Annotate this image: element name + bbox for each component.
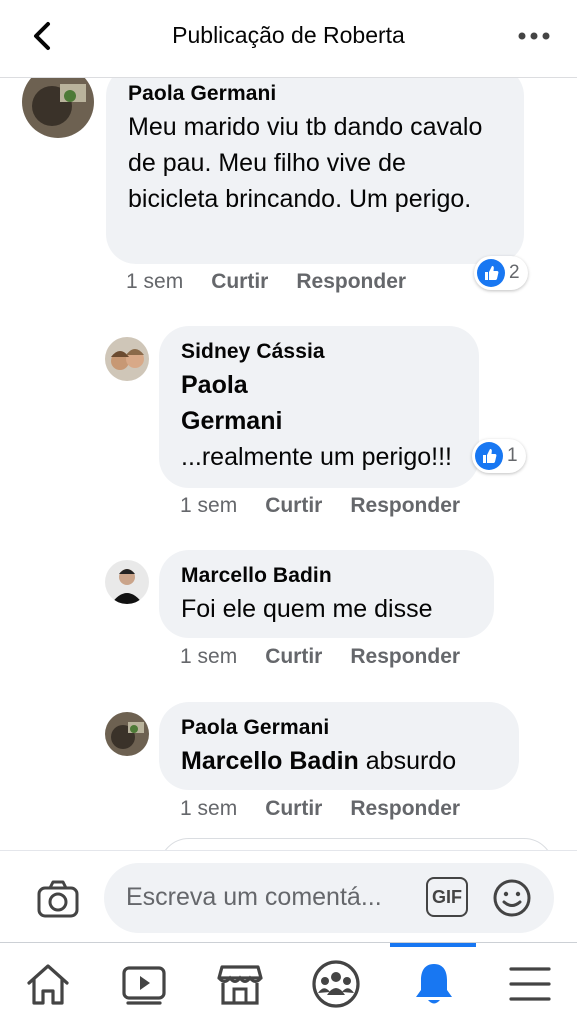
- comment-time: 1 sem: [180, 797, 238, 820]
- reaction-count[interactable]: 2: [474, 256, 528, 290]
- comment-actions: 1 sem Curtir Responder: [180, 494, 460, 518]
- nav-notifications[interactable]: [386, 943, 482, 1024]
- nav-watch[interactable]: [96, 943, 192, 1024]
- comment-time: 1 sem: [126, 270, 184, 293]
- groups-icon: [312, 960, 360, 1008]
- comment-input[interactable]: Escreva um comentá...: [104, 863, 554, 933]
- nav-menu[interactable]: [482, 943, 577, 1024]
- home-icon: [27, 964, 69, 1005]
- reply-button[interactable]: Responder: [350, 797, 460, 821]
- comment-text: Foi ele quem me disse: [181, 595, 433, 623]
- avatar[interactable]: [105, 337, 149, 381]
- comment-time: 1 sem: [180, 645, 238, 668]
- like-button[interactable]: Curtir: [211, 270, 268, 294]
- bottom-nav: [0, 942, 577, 1024]
- comment-composer: Escreva um comentá...: [0, 850, 577, 942]
- avatar[interactable]: [105, 560, 149, 604]
- like-icon: [475, 442, 503, 470]
- reaction-number: 1: [507, 445, 518, 466]
- emoji-icon[interactable]: [492, 878, 532, 918]
- mention-link[interactable]: Marcello Badin: [181, 747, 359, 775]
- comment-actions: 1 sem Curtir Responder: [126, 270, 406, 294]
- avatar[interactable]: [105, 712, 149, 756]
- comment-time: 1 sem: [180, 494, 238, 517]
- mention-link[interactable]: Paola Germani: [181, 367, 291, 439]
- comment-author[interactable]: Marcello Badin: [181, 564, 472, 588]
- reaction-count[interactable]: 1: [472, 439, 526, 473]
- nav-marketplace[interactable]: [192, 943, 288, 1024]
- comment-author[interactable]: Paola Germani: [181, 716, 497, 740]
- reply-button[interactable]: Responder: [350, 645, 460, 669]
- nav-home[interactable]: [0, 943, 96, 1024]
- menu-icon: [509, 967, 551, 1001]
- comment-bubble: Paola Germani Meu marido viu tb dando ca…: [106, 66, 524, 264]
- gif-button[interactable]: GIF: [426, 877, 468, 917]
- like-icon: [477, 259, 505, 287]
- like-button[interactable]: Curtir: [265, 494, 322, 518]
- comment-bubble: Paola Germani Marcello Badin absurdo: [159, 702, 519, 790]
- watch-icon: [122, 966, 166, 1005]
- comment-author[interactable]: Paola Germani: [128, 82, 502, 106]
- top-bar: Publicação de Roberta: [0, 0, 577, 78]
- comment-bubble: Sidney Cássia Paola Germani ...realmente…: [159, 326, 479, 488]
- comment-bubble: Marcello Badin Foi ele quem me disse: [159, 550, 494, 638]
- camera-icon[interactable]: [36, 879, 80, 919]
- comment-text: Meu marido viu tb dando cavalo de pau. M…: [128, 113, 483, 213]
- comment-author[interactable]: Sidney Cássia: [181, 340, 457, 364]
- comment-text: Paola Germani ...realmente um perigo!!!: [181, 367, 457, 475]
- reaction-number: 2: [509, 262, 520, 283]
- notifications-icon: [416, 964, 452, 1004]
- page-title: Publicação de Roberta: [172, 22, 405, 48]
- marketplace-icon: [217, 965, 263, 1005]
- more-options-icon[interactable]: [517, 24, 551, 48]
- like-button[interactable]: Curtir: [265, 797, 322, 821]
- nav-groups[interactable]: [288, 943, 384, 1024]
- comment-actions: 1 sem Curtir Responder: [180, 797, 460, 821]
- reply-button[interactable]: Responder: [296, 270, 406, 294]
- reply-button[interactable]: Responder: [350, 494, 460, 518]
- like-button[interactable]: Curtir: [265, 645, 322, 669]
- comment-thread: Paola Germani Meu marido viu tb dando ca…: [0, 0, 577, 850]
- comment-actions: 1 sem Curtir Responder: [180, 645, 460, 669]
- comment-text: Marcello Badin absurdo: [181, 747, 457, 775]
- next-comment-bubble: [159, 838, 554, 850]
